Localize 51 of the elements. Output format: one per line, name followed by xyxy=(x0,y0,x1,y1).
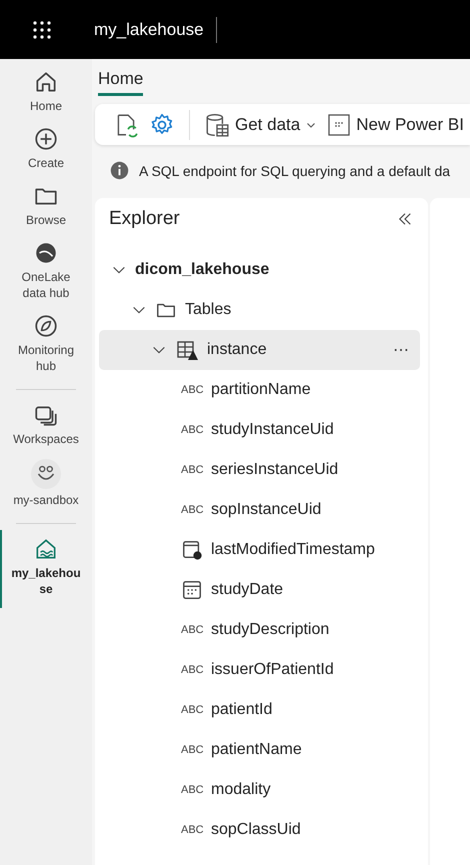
workspace-title: my_lakehouse xyxy=(94,16,217,42)
column-name[interactable]: seriesInstanceUid xyxy=(211,461,338,479)
text-type-label: ABC xyxy=(181,464,203,476)
database-table-icon xyxy=(204,112,230,138)
tree-item[interactable]: dicom_lakehouse xyxy=(99,250,420,290)
text-type-label: ABC xyxy=(181,624,203,636)
info-message: A SQL endpoint for SQL querying and a default da xyxy=(139,162,450,178)
tree-label: Tables xyxy=(185,301,232,319)
text-type-label: ABC xyxy=(181,704,203,716)
column-name[interactable]: sopInstanceUid xyxy=(211,501,322,519)
explorer-title: Explorer xyxy=(109,208,180,230)
get-data-button[interactable]: Get data xyxy=(204,112,318,138)
app-launcher-icon[interactable] xyxy=(32,20,52,40)
home-tab[interactable]: Home xyxy=(98,67,144,96)
tree-item[interactable]: Tables xyxy=(99,290,420,330)
text-type-label: ABC xyxy=(181,664,203,676)
text-type-label: ABC xyxy=(181,744,203,756)
nav-item[interactable]: Home xyxy=(4,69,88,123)
calendar-icon xyxy=(181,579,203,601)
column-name[interactable]: modality xyxy=(211,781,271,799)
nav-item[interactable]: Browse xyxy=(4,183,88,237)
tree-label: dicom_lakehouse xyxy=(135,261,270,279)
column-name[interactable]: patientId xyxy=(211,701,272,719)
column-name[interactable]: lastModifiedTimestamp xyxy=(211,541,375,559)
column-name[interactable]: patientName xyxy=(211,741,302,759)
text-type-label: ABC xyxy=(181,824,203,836)
nav-item[interactable]: my-sandbox xyxy=(4,459,88,517)
column-name[interactable]: sopClassUid xyxy=(211,821,301,839)
text-type-label: ABC xyxy=(181,384,203,396)
nav-item[interactable]: Create xyxy=(4,126,88,180)
compass-icon xyxy=(33,313,59,339)
column-name[interactable]: studyInstanceUid xyxy=(211,421,334,439)
text-type-label: ABC xyxy=(181,504,203,516)
more-options-button[interactable]: ⋯ xyxy=(393,340,410,360)
nav-item[interactable]: Workspaces xyxy=(4,402,88,456)
tree-item[interactable]: instance ⋯ xyxy=(99,330,420,370)
plus-circle-icon xyxy=(33,126,59,152)
text-type-label: ABC xyxy=(181,424,203,436)
nav-item[interactable]: Monitoring hub xyxy=(4,313,88,383)
column-name[interactable]: studyDescription xyxy=(211,621,330,639)
report-icon xyxy=(327,112,352,136)
info-icon xyxy=(110,161,129,180)
calendar-clock-icon xyxy=(181,539,203,561)
group-icon xyxy=(31,459,61,489)
column-name[interactable]: studyDate xyxy=(211,581,284,599)
tree-label: instance xyxy=(207,341,267,359)
nav-item[interactable]: OneLake data hub xyxy=(4,240,88,310)
text-type-label: ABC xyxy=(181,784,203,796)
new-power-bi-button[interactable]: New Power BI xyxy=(327,112,464,136)
column-name[interactable]: partitionName xyxy=(211,381,311,399)
column-name[interactable]: issuerOfPatientId xyxy=(211,661,334,679)
